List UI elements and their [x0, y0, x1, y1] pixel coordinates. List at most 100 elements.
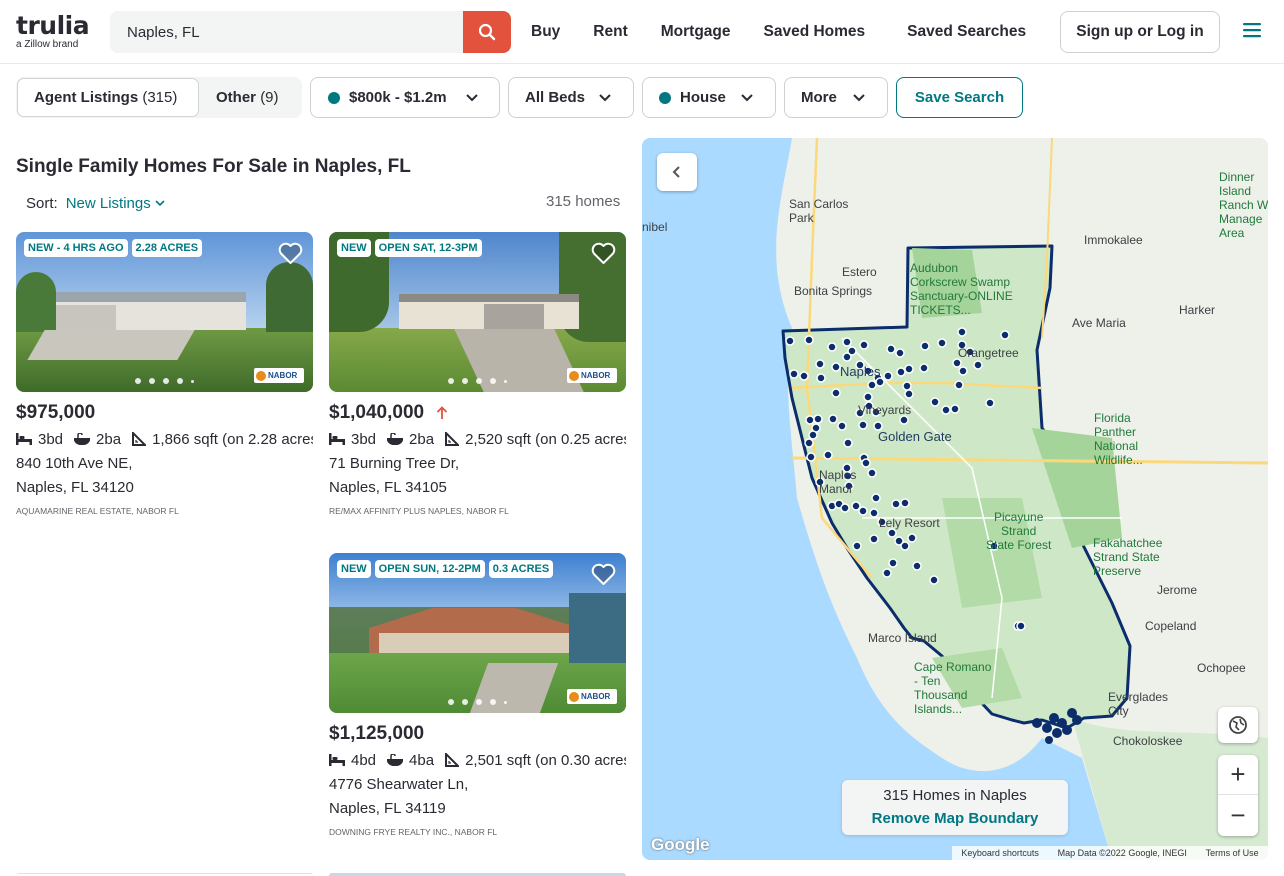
map-label-panther-refuge: Florida Panther National Wildlife... — [1094, 411, 1143, 467]
nav-buy[interactable]: Buy — [531, 23, 560, 41]
listing-badge: OPEN SAT, 12-3PM — [374, 239, 482, 257]
nav-mortgage[interactable]: Mortgage — [661, 23, 731, 41]
mls-logo: NABOR — [567, 368, 617, 383]
chevron-down-icon — [853, 94, 865, 102]
beds-filter[interactable]: All Beds — [508, 77, 634, 118]
keyboard-shortcuts-link[interactable]: Keyboard shortcuts — [961, 848, 1039, 858]
trulia-logo[interactable]: trulia a Zillow brand — [16, 11, 90, 50]
listing-broker: DOWNING FRYE REALTY INC., NABOR FL — [329, 827, 498, 837]
terms-link[interactable]: Terms of Use — [1206, 848, 1259, 858]
listing-card[interactable]: NEW OPEN SAT, 12-3PM NABOR $1,040,000 3b… — [329, 232, 626, 516]
listing-address[interactable]: 71 Burning Tree Dr, Naples, FL 34105 — [329, 452, 626, 500]
more-filters-label: More — [801, 89, 837, 106]
map-label-chokoloskee: Chokoloskee — [1113, 734, 1183, 748]
bath-icon — [387, 754, 404, 766]
map-layers-button[interactable] — [1218, 707, 1258, 743]
map-attribution: Keyboard shortcuts Map Data ©2022 Google… — [952, 846, 1268, 860]
chevron-left-icon — [672, 166, 680, 178]
sort-label: Sort: — [26, 195, 58, 212]
map-label-everglades-city: Everglades City — [1108, 690, 1169, 718]
login-button[interactable]: Sign up or Log in — [1060, 11, 1220, 53]
area-icon — [445, 432, 460, 446]
address-city: Naples, FL 34119 — [329, 800, 446, 817]
listing-badge: OPEN SUN, 12-2PM — [374, 560, 485, 578]
heart-icon[interactable] — [591, 242, 616, 264]
listing-address[interactable]: 4776 Shearwater Ln, Naples, FL 34119 — [329, 773, 626, 821]
listing-facts: 3bd 2ba 2,520 sqft (on 0.25 acres) — [329, 430, 626, 448]
sort-value: New Listings — [65, 195, 151, 212]
results-count: 315 homes — [546, 193, 621, 210]
map-boundary-panel: 315 Homes in Naples Remove Map Boundary — [842, 780, 1068, 835]
listing-card[interactable]: NEW OPEN SUN, 12-2PM 0.3 ACRES NABOR $1,… — [329, 553, 626, 837]
map-label-naples-manor: Naples Manor — [819, 468, 857, 496]
listing-badge: NEW — [337, 239, 371, 257]
address-city: Naples, FL 34105 — [329, 479, 447, 496]
remove-boundary-link[interactable]: Remove Map Boundary — [842, 810, 1068, 827]
address-street: 840 10th Ave NE, — [16, 455, 133, 472]
sort-dropdown[interactable]: New Listings — [66, 195, 165, 212]
nav-saved-searches[interactable]: Saved Searches — [907, 23, 1026, 41]
bed-icon — [329, 433, 345, 445]
globe-layers-icon — [1229, 716, 1247, 734]
results-map[interactable]: nibel San Carlos Park Estero Bonita Spri… — [642, 138, 1268, 860]
heart-icon[interactable] — [278, 242, 303, 264]
beds-value: 4bd — [351, 751, 377, 769]
collapse-map-button[interactable] — [657, 153, 697, 191]
zoom-in-button[interactable]: + — [1218, 755, 1258, 795]
listing-broker: AQUAMARINE REAL ESTATE, NABOR FL — [16, 506, 179, 516]
heart-icon[interactable] — [591, 563, 616, 585]
other-listings-tab[interactable]: Other (9) — [216, 77, 279, 118]
map-label-harker: Harker — [1179, 303, 1216, 317]
logo-subtitle: a Zillow brand — [16, 39, 79, 50]
address-street: 4776 Shearwater Ln, — [329, 776, 469, 793]
listing-card[interactable]: NEW - 4 HRS AGO 2.28 ACRES NABOR $975,00… — [16, 232, 313, 516]
map-label-jerome: Jerome — [1157, 583, 1198, 597]
location-search-input[interactable] — [110, 11, 463, 53]
nav-rent[interactable]: Rent — [593, 23, 627, 41]
price-filter[interactable]: $800k - $1.2m — [310, 77, 500, 118]
listing-photo[interactable]: NEW - 4 HRS AGO 2.28 ACRES NABOR — [16, 232, 313, 392]
beds-filter-label: All Beds — [525, 89, 586, 106]
listing-price: $975,000 — [16, 402, 96, 423]
map-label-naples: Naples — [840, 364, 881, 379]
agent-listings-label: Agent Listings — [34, 89, 139, 106]
chevron-down-icon — [155, 200, 165, 207]
map-label-orangetree: Orangetree — [958, 346, 1019, 360]
main-nav: Buy Rent Mortgage Saved Homes Saved Sear… — [531, 0, 1059, 64]
more-filters[interactable]: More — [784, 77, 888, 118]
map-results-count: 315 Homes in Naples — [883, 787, 1027, 804]
page-title: Single Family Homes For Sale in Naples, … — [16, 156, 411, 177]
other-listings-label: Other — [216, 89, 257, 106]
sqft-value: 2,501 sqft (on 0.30 acres) — [465, 751, 626, 769]
listing-broker: RE/MAX AFFINITY PLUS NAPLES, NABOR FL — [329, 506, 509, 516]
logo-wordmark: trulia — [16, 11, 90, 40]
bath-icon — [74, 433, 91, 445]
chevron-down-icon — [599, 94, 611, 102]
map-label-immokalee: Immokalee — [1084, 233, 1143, 247]
map-label-lely-resort: Lely Resort — [879, 516, 940, 530]
listing-facts: 4bd 4ba 2,501 sqft (on 0.30 acres) — [329, 751, 626, 769]
listing-badges: NEW OPEN SAT, 12-3PM — [337, 239, 486, 257]
zoom-out-button[interactable]: − — [1218, 795, 1258, 835]
sqft-value: 1,866 sqft (on 2.28 acres) — [152, 430, 313, 448]
map-label-bonita-springs: Bonita Springs — [794, 284, 873, 298]
search-button[interactable] — [463, 11, 511, 53]
beds-value: 3bd — [38, 430, 64, 448]
listing-badge: NEW - 4 HRS AGO — [24, 239, 128, 257]
search-icon — [478, 23, 496, 41]
map-label-estero: Estero — [842, 265, 877, 279]
agent-listings-tab[interactable]: Agent Listings (315) — [17, 78, 199, 117]
baths-value: 2ba — [96, 430, 122, 448]
save-search-button[interactable]: Save Search — [896, 77, 1023, 118]
home-type-filter[interactable]: House — [642, 77, 776, 118]
hamburger-menu-icon[interactable] — [1243, 22, 1261, 38]
listing-photo[interactable]: NEW OPEN SUN, 12-2PM 0.3 ACRES NABOR — [329, 553, 626, 713]
listing-photo[interactable]: NEW OPEN SAT, 12-3PM NABOR — [329, 232, 626, 392]
map-data-text: Map Data ©2022 Google, INEGI — [1057, 848, 1187, 858]
bed-icon — [16, 433, 32, 445]
search-box — [110, 11, 511, 53]
nav-saved-homes[interactable]: Saved Homes — [764, 23, 866, 41]
listing-badge: 2.28 ACRES — [131, 239, 203, 257]
bed-icon — [329, 754, 345, 766]
listing-address[interactable]: 840 10th Ave NE, Naples, FL 34120 — [16, 452, 313, 500]
